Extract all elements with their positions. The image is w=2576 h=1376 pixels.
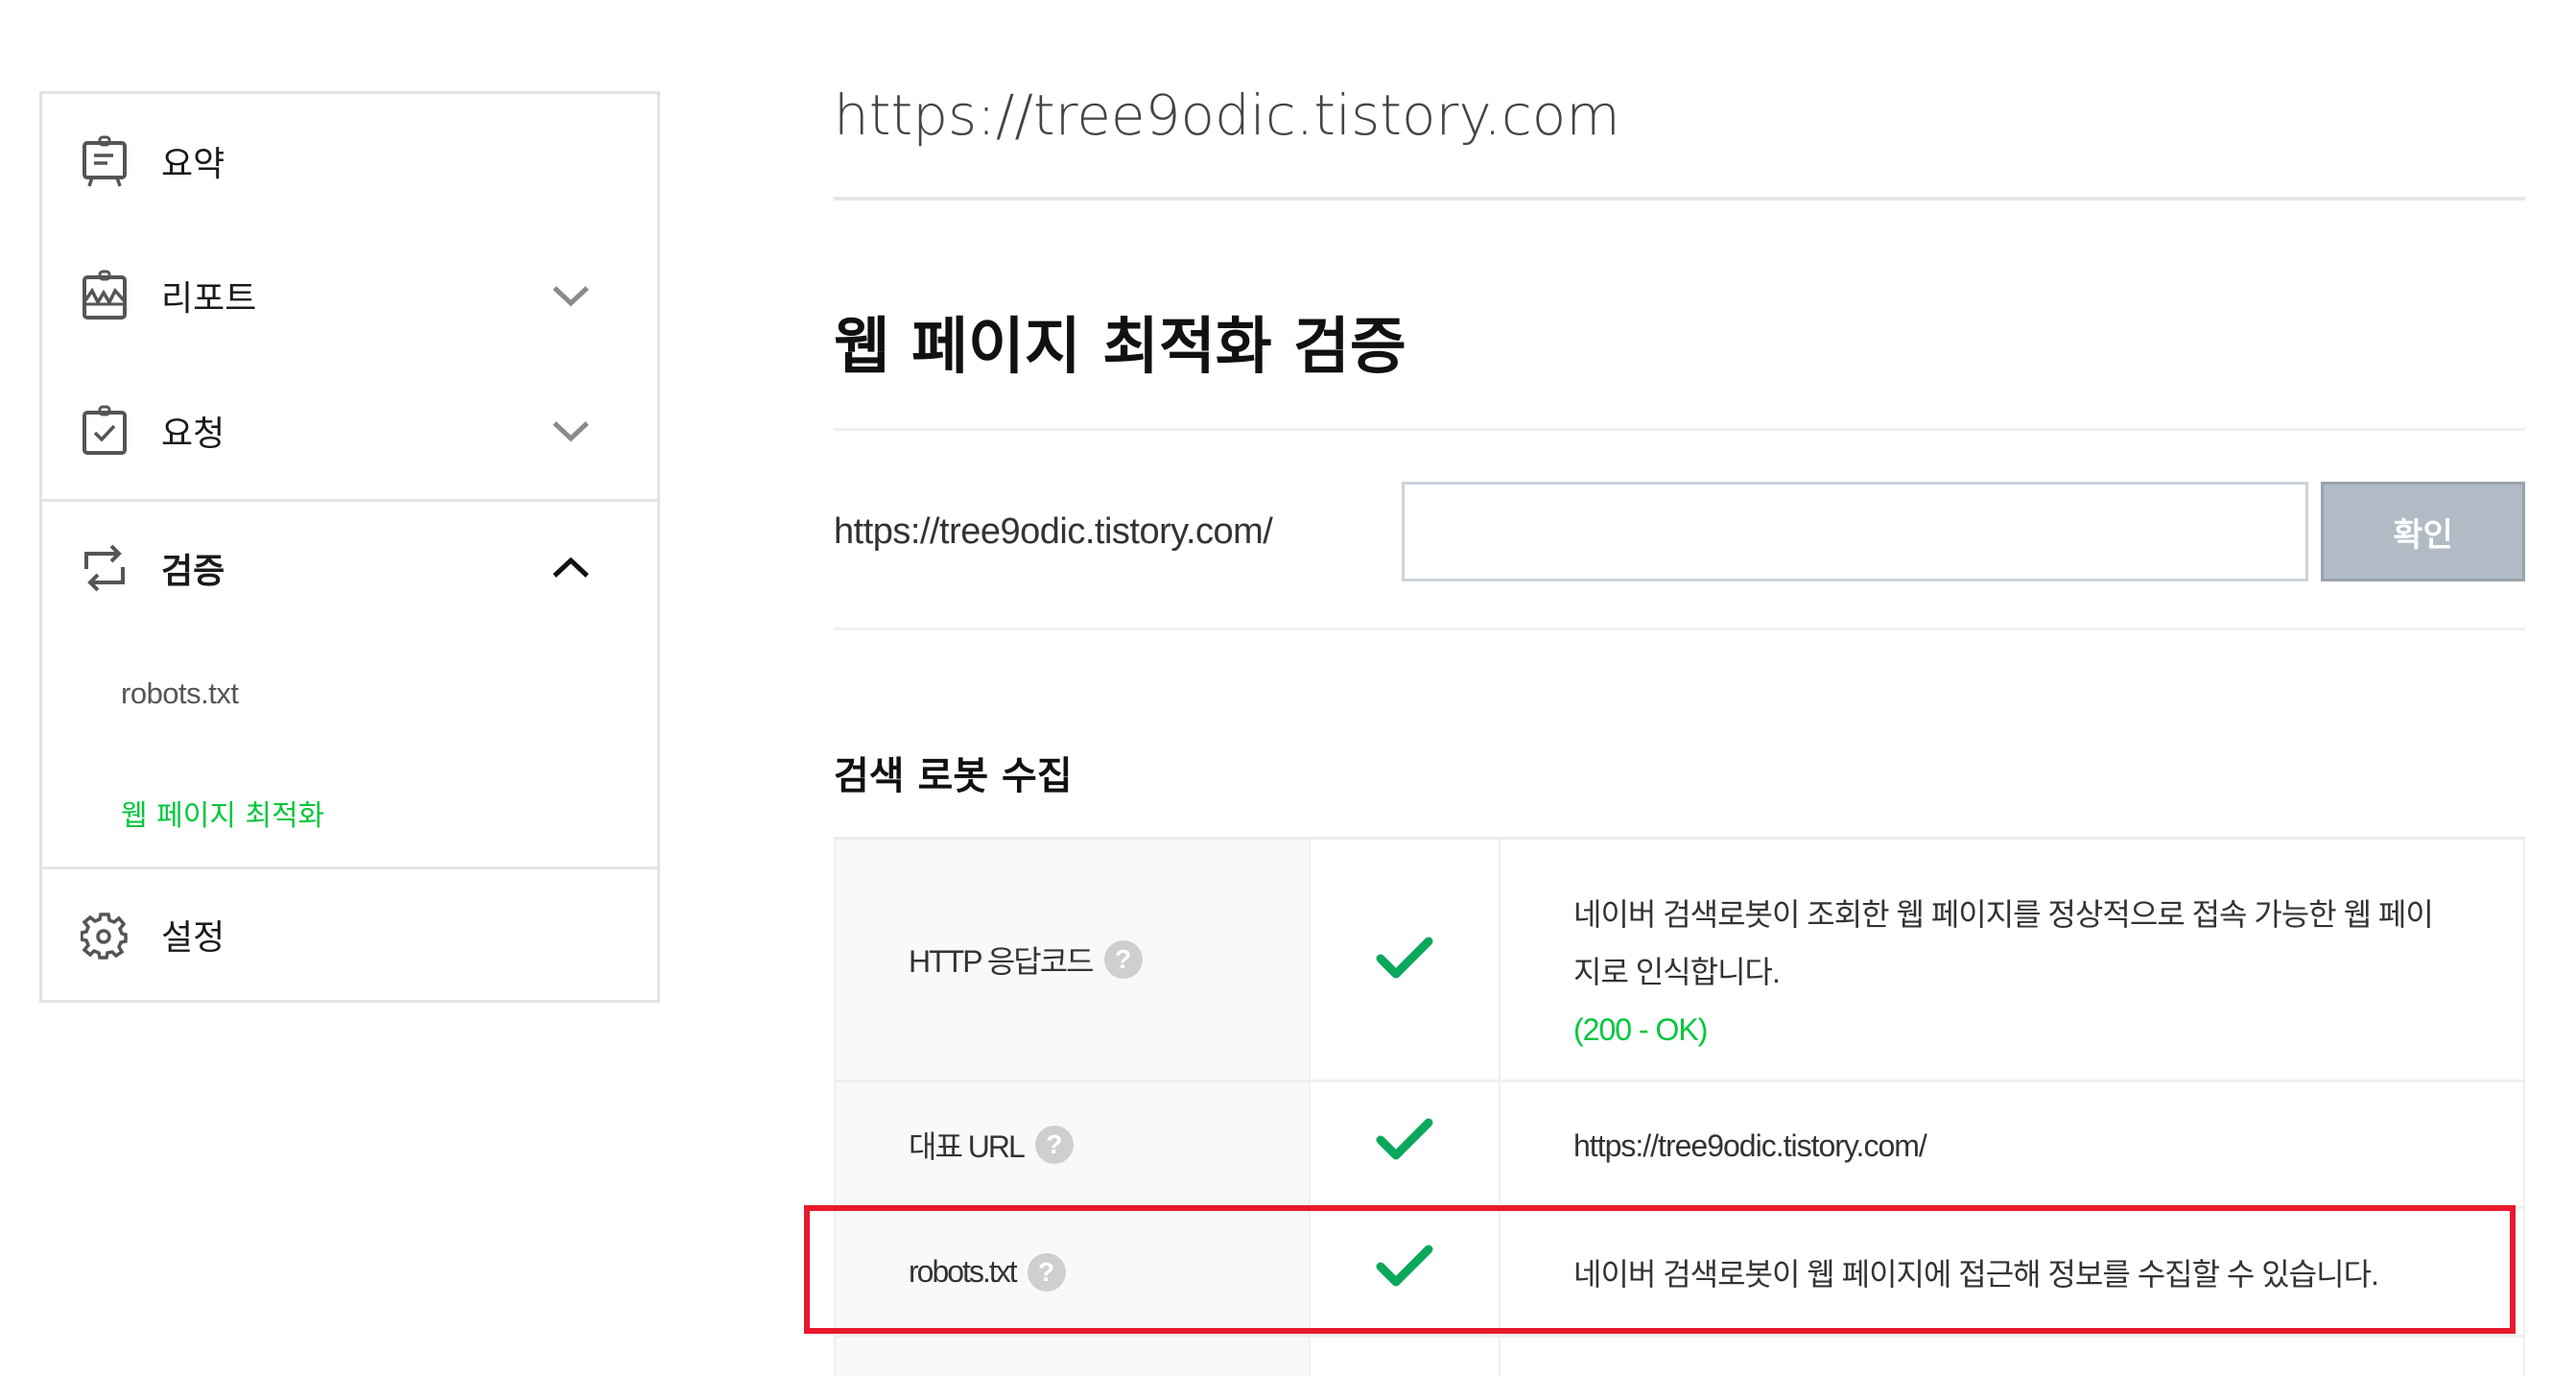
crawl-result-table: HTTP 응답코드 ? 네이버 검색로봇이 조회한 웹 페이지를 정상적으로 접… xyxy=(834,837,2525,1376)
sidebar-nav: 요약 리포트 요청 검증 robots.txt 웹 페이지 최적화 설정 xyxy=(39,91,660,1003)
clipboard-check-icon xyxy=(83,405,127,455)
table-cell-status xyxy=(1311,840,1501,1079)
check-icon xyxy=(1376,1245,1433,1287)
sidebar-item-label: 검증 xyxy=(161,552,225,591)
table-row-canonical-url: 대표 URL ? https://tree9odic.tistory.com/ xyxy=(834,1082,2525,1209)
sidebar-item-label: 요약 xyxy=(161,145,225,184)
url-path-input[interactable] xyxy=(1402,482,2308,581)
repeat-arrows-icon xyxy=(84,544,125,592)
table-cell-description: https://tree9odic.tistory.com/ xyxy=(1501,1082,2525,1206)
description-text: 네이버 검색로봇이 웹 페이지에 접근해 정보를 수집할 수 있습니다. xyxy=(1573,1257,2379,1292)
status-code-text: (200 - OK) xyxy=(1573,1012,1708,1047)
sidebar-subitem-web-page-optimization[interactable]: 웹 페이지 최적화 xyxy=(121,792,324,834)
table-cell-description xyxy=(1501,1338,2525,1376)
chevron-down-icon[interactable] xyxy=(551,282,591,309)
table-cell-status xyxy=(1311,1082,1501,1206)
main-content: https://tree9odic.tistory.com 웹 페이지 최적화 … xyxy=(834,0,2525,1376)
sidebar-item-label: 설정 xyxy=(161,918,225,958)
sidebar-item-report[interactable]: 리포트 xyxy=(42,257,657,334)
row-name: robots.txt xyxy=(909,1254,1018,1289)
row-name: 대표 URL xyxy=(909,1128,1026,1164)
section-title: 검색 로봇 수집 xyxy=(834,754,1073,798)
site-url-heading: https://tree9odic.tistory.com xyxy=(834,83,1620,148)
help-icon[interactable]: ? xyxy=(1027,1252,1066,1292)
table-cell-name: 대표 URL ? xyxy=(834,1082,1311,1206)
sidebar-divider xyxy=(42,499,657,502)
check-icon xyxy=(1376,1118,1433,1160)
chart-board-icon xyxy=(83,270,127,320)
table-row-http-status: HTTP 응답코드 ? 네이버 검색로봇이 조회한 웹 페이지를 정상적으로 접… xyxy=(834,840,2525,1082)
sidebar-item-summary[interactable]: 요약 xyxy=(42,123,657,200)
description-line: 지로 인식합니다. xyxy=(1573,955,1781,989)
gear-icon xyxy=(81,913,128,960)
table-cell-name: robots.txt ? xyxy=(834,1209,1311,1335)
help-icon[interactable]: ? xyxy=(1034,1125,1074,1164)
easel-summary-icon xyxy=(83,135,127,187)
divider xyxy=(834,628,2525,630)
sidebar-item-settings[interactable]: 설정 xyxy=(42,896,657,973)
table-row-robots-txt: robots.txt ? 네이버 검색로봇이 웹 페이지에 접근해 정보를 수집… xyxy=(834,1209,2525,1338)
sidebar-item-label: 리포트 xyxy=(161,279,257,319)
table-cell-status xyxy=(1311,1338,1501,1376)
table-cell-description: 네이버 검색로봇이 조회한 웹 페이지를 정상적으로 접속 가능한 웹 페이 지… xyxy=(1501,840,2525,1079)
sidebar-item-request[interactable]: 요청 xyxy=(42,392,657,469)
page-title: 웹 페이지 최적화 검증 xyxy=(834,312,1406,383)
table-row-partial xyxy=(834,1338,2525,1376)
table-cell-status xyxy=(1311,1209,1501,1335)
divider xyxy=(834,197,2525,201)
divider xyxy=(834,428,2525,431)
confirm-button[interactable]: 확인 xyxy=(2321,482,2525,581)
sidebar-divider xyxy=(42,866,657,869)
row-name: HTTP 응답코드 xyxy=(909,944,1095,979)
description-text: https://tree9odic.tistory.com/ xyxy=(1573,1128,1927,1163)
sidebar-item-verify[interactable]: 검증 xyxy=(42,530,657,606)
table-cell-name xyxy=(834,1338,1311,1376)
sidebar-subitem-robots-txt[interactable]: robots.txt xyxy=(121,676,239,711)
chevron-down-icon[interactable] xyxy=(551,417,591,444)
sidebar-item-label: 요청 xyxy=(161,415,225,454)
table-cell-description: 네이버 검색로봇이 웹 페이지에 접근해 정보를 수집할 수 있습니다. xyxy=(1501,1209,2525,1335)
help-icon[interactable]: ? xyxy=(1103,940,1143,979)
chevron-up-icon[interactable] xyxy=(551,555,591,581)
description-line: 네이버 검색로봇이 조회한 웹 페이지를 정상적으로 접속 가능한 웹 페이 xyxy=(1573,897,2434,932)
check-icon xyxy=(1376,937,1433,979)
table-cell-name: HTTP 응답코드 ? xyxy=(834,840,1311,1079)
url-prefix-label: https://tree9odic.tistory.com/ xyxy=(834,511,1273,552)
